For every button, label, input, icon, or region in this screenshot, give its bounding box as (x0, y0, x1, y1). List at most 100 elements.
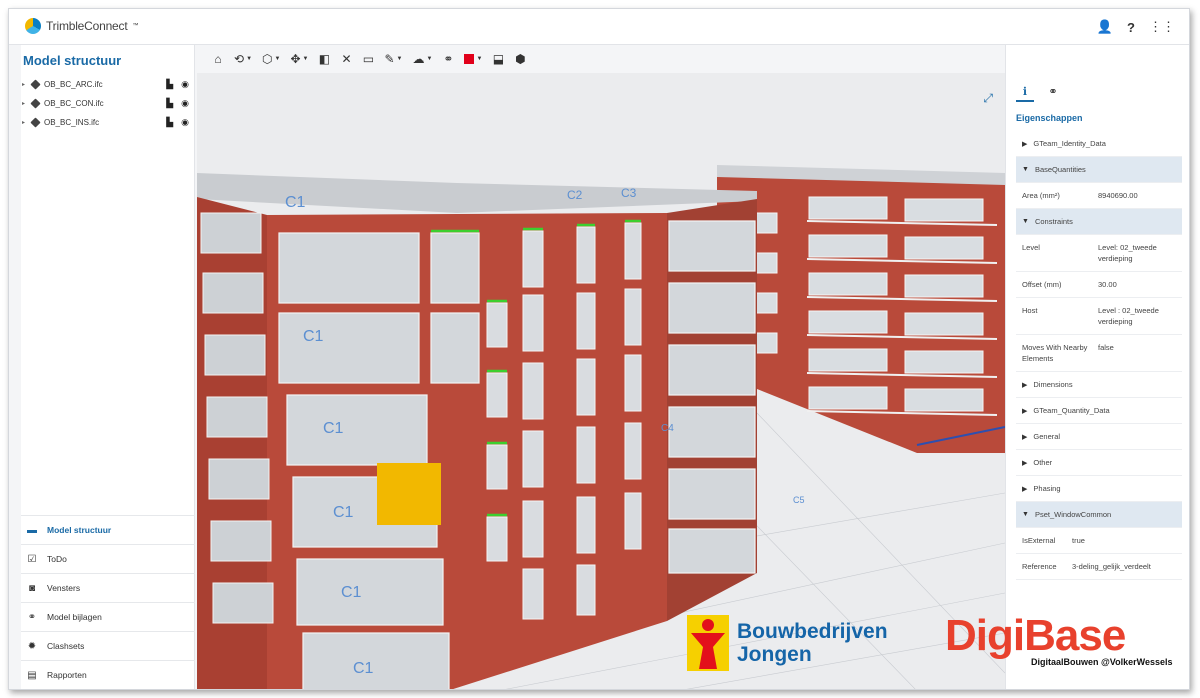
home-view-button[interactable]: ⌂ (209, 49, 227, 69)
nav-vensters[interactable]: ◙ Vensters (21, 573, 195, 602)
3d-viewport[interactable]: C1 C1 C1 C1 C1 C1 C2 C3 C4 C5 ⤢ (197, 73, 1005, 690)
section-header[interactable]: ▶ GTeam_Quantity_Data (1016, 398, 1182, 424)
chevron-down-icon: ▼ (396, 56, 403, 62)
jongen-text: Jongen (737, 643, 812, 666)
panel-title: Model structuur (23, 53, 122, 68)
property-value: false (1098, 343, 1114, 352)
section-label: Constraints (1034, 217, 1073, 226)
trimble-connect-logo[interactable]: TrimbleConnect ™ (25, 18, 138, 34)
properties-tabs: ℹ ⚭ (1016, 85, 1062, 102)
isolate-button[interactable]: ⬓ (489, 49, 507, 69)
chevron-down-icon: ▼ (476, 56, 483, 62)
camera-icon: ◙ (28, 582, 36, 594)
help-icon[interactable]: ? (1127, 20, 1135, 35)
digibase-subtitle: DigitaalBouwen @VolkerWessels (1031, 657, 1173, 667)
links-tab[interactable]: ⚭ (1044, 85, 1062, 102)
link-icon: ⚭ (27, 611, 37, 623)
apps-grid-icon[interactable]: ⋮⋮ (1149, 19, 1175, 35)
info-tab[interactable]: ℹ (1016, 85, 1034, 102)
section-header[interactable]: ▶ Phasing (1016, 476, 1182, 502)
markup-icon: ☁ (412, 52, 425, 66)
nav-clashsets[interactable]: ✹ Clashsets (21, 631, 195, 660)
clash-icon: ✹ (27, 640, 37, 652)
hide-button[interactable]: ⬢ (511, 49, 529, 69)
nav-model-bijlagen[interactable]: ⚭ Model bijlagen (21, 602, 195, 631)
back-building (717, 165, 1005, 453)
link-tool-icon: ⚭ (443, 52, 454, 66)
navigate-button[interactable]: ✥ ▼ (287, 49, 311, 69)
expand-arrow-icon[interactable]: ▸ (21, 119, 29, 126)
property-row: Area (mm²) 8940690.00 (1016, 183, 1182, 209)
viewer-toolbar: ⌂ ⟲ ▼ ⬡ ▼ ✥ ▼ ◧ ✕ ▭ ✎ ▼ ☁ ▼ ⚭ ▼ ⬓ ⬢ (197, 45, 1005, 73)
expand-arrow-icon[interactable]: ▸ (21, 100, 29, 107)
bouwbedrijven-logo-icon (687, 615, 729, 671)
model-cube-icon (30, 98, 41, 109)
grid-label: C1 (353, 660, 374, 677)
property-row: Offset (mm) 30.00 (1016, 272, 1182, 298)
section-label: BaseQuantities (1034, 165, 1086, 174)
link-tool-button[interactable]: ⚭ (439, 49, 457, 69)
section-icon: ◧ (318, 52, 331, 66)
home-view-icon: ⌂ (214, 52, 222, 66)
color-button[interactable]: ▼ (461, 49, 485, 69)
bouwbedrijven-jongen-logo: Bouwbedrijven Jongen (687, 615, 888, 671)
grid-label: C1 (285, 194, 306, 211)
caret-down-icon: ▼ (1022, 511, 1029, 518)
fit-view-icon[interactable]: ⤢ (983, 91, 993, 106)
building-model-render[interactable]: C1 C1 C1 C1 C1 C1 C2 C3 C4 C5 (197, 73, 1005, 690)
property-value: 30.00 (1098, 280, 1117, 289)
properties-title: Eigenschappen (1016, 113, 1083, 123)
tree-item-model[interactable]: ▸ OB_BC_ARC.ifc ▙ ◉ (21, 75, 195, 94)
section-header[interactable]: ▼ Pset_WindowCommon (1016, 502, 1182, 528)
section-header[interactable]: ▶ Dimensions (1016, 372, 1182, 398)
property-key: Area (mm²) (1022, 191, 1060, 200)
nav-label: Rapporten (47, 670, 87, 680)
properties-list: ▶ GTeam_Identity_Data ▼ BaseQuantities Are… (1016, 131, 1182, 580)
roof (197, 173, 757, 213)
measure-button[interactable]: ▭ (359, 49, 377, 69)
property-key: IsExternal (1022, 536, 1056, 545)
section-header[interactable]: ▼ BaseQuantities (1016, 157, 1182, 183)
nav-rapporten[interactable]: ▤ Rapporten (21, 660, 195, 689)
clear-section-button[interactable]: ✕ (337, 49, 355, 69)
visibility-eye-icon[interactable]: ◉ (181, 117, 189, 128)
todo-icon: ☑ (27, 553, 37, 565)
nav-todo[interactable]: ☑ ToDo (21, 544, 195, 573)
grid-label: C1 (303, 328, 324, 345)
app-window: TrimbleConnect ™ 👤 ? ⋮⋮ Model structuur … (8, 8, 1190, 690)
caret-right-icon: ▶ (1022, 433, 1028, 441)
property-key: Reference (1022, 562, 1057, 571)
layers-icon[interactable]: ▙ (166, 117, 173, 128)
tree-item-model[interactable]: ▸ OB_BC_INS.ifc ▙ ◉ (21, 113, 195, 132)
pick-button[interactable]: ✎ ▼ (381, 49, 405, 69)
top-bar: TrimbleConnect ™ 👤 ? ⋮⋮ (9, 9, 1189, 45)
hide-icon: ⬢ (515, 52, 526, 66)
layers-icon[interactable]: ▙ (166, 79, 173, 90)
property-key: Offset (mm) (1022, 280, 1062, 289)
nav-label: Model structuur (47, 525, 112, 535)
section-button[interactable]: ◧ (315, 49, 333, 69)
section-label: Other (1033, 458, 1053, 467)
selected-window[interactable] (377, 463, 441, 525)
layers-icon[interactable]: ▙ (166, 98, 173, 109)
left-panel: Model structuur ▸ OB_BC_ARC.ifc ▙ ◉ ▸ OB_… (21, 45, 195, 689)
property-value: true (1072, 536, 1085, 545)
clear-section-icon: ✕ (341, 52, 352, 66)
section-header[interactable]: ▼ Constraints (1016, 209, 1182, 235)
property-key: Moves With Nearby Elements (1022, 343, 1088, 363)
tree-item-model[interactable]: ▸ OB_BC_CON.ifc ▙ ◉ (21, 94, 195, 113)
visibility-eye-icon[interactable]: ◉ (181, 98, 189, 109)
section-header[interactable]: ▶ Other (1016, 450, 1182, 476)
orbit-button[interactable]: ⟲ ▼ (231, 49, 255, 69)
visibility-eye-icon[interactable]: ◉ (181, 79, 189, 90)
left-navigation: ▬ Model structuur ☑ ToDo ◙ Vensters ⚭ Mo… (21, 515, 195, 689)
section-header[interactable]: ▶ General (1016, 424, 1182, 450)
markup-button[interactable]: ☁ ▼ (409, 49, 435, 69)
caret-right-icon: ▶ (1022, 407, 1028, 415)
caret-down-icon: ▼ (1022, 218, 1029, 225)
nav-model-structuur[interactable]: ▬ Model structuur (21, 515, 195, 544)
expand-arrow-icon[interactable]: ▸ (21, 81, 29, 88)
user-icon[interactable]: 👤 (1097, 19, 1113, 35)
section-header[interactable]: ▶ GTeam_Identity_Data (1016, 131, 1182, 157)
view-cube-button[interactable]: ⬡ ▼ (259, 49, 283, 69)
